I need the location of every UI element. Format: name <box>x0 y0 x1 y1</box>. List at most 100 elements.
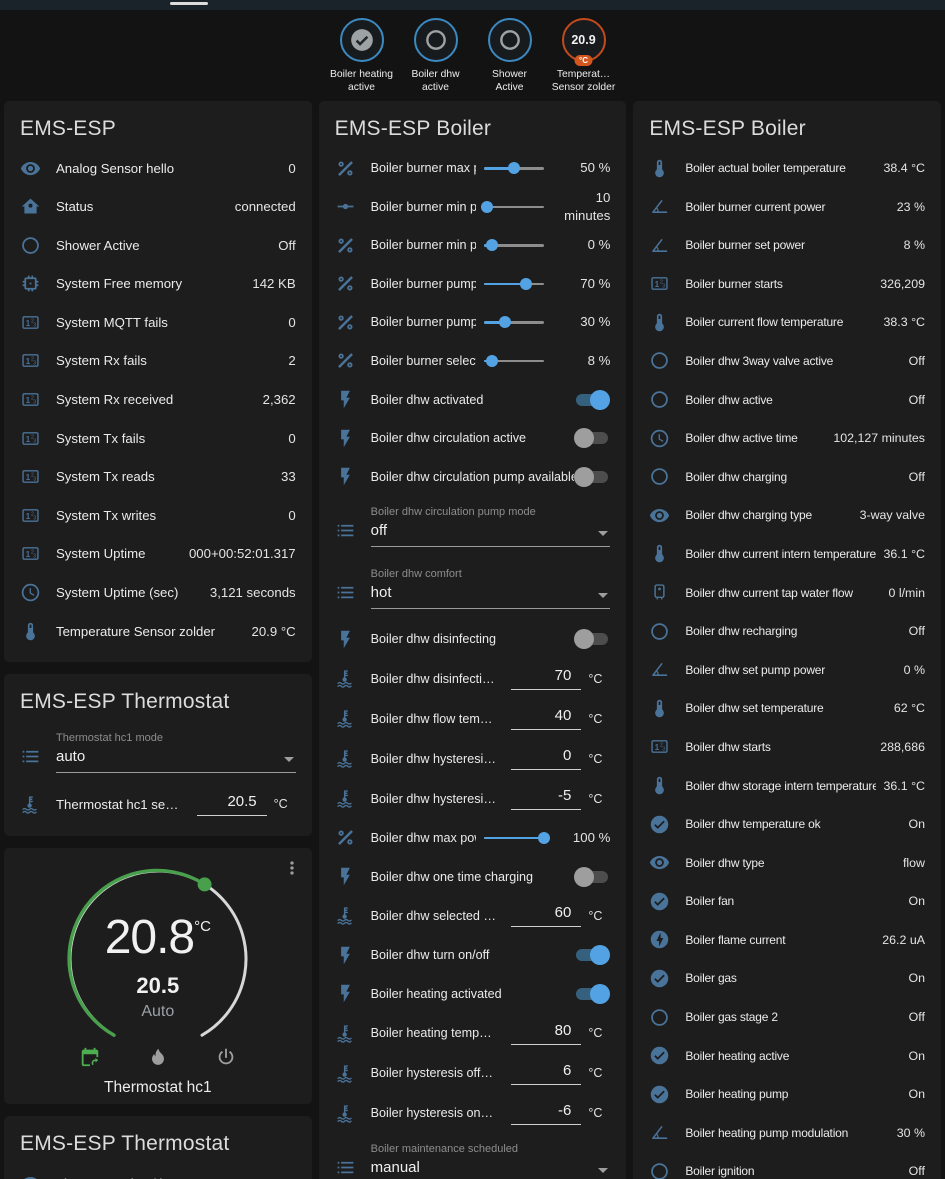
slider-thumb[interactable] <box>486 239 498 251</box>
slider-thumb[interactable] <box>508 162 520 174</box>
mode-button[interactable] <box>215 1046 237 1068</box>
entity-row[interactable]: Thermostat date/time 14:21:51 22.01.2022 <box>20 1164 296 1179</box>
slider[interactable] <box>484 238 544 252</box>
toggle-thumb[interactable] <box>590 984 610 1004</box>
toggle-switch[interactable] <box>574 867 610 887</box>
mode-button[interactable] <box>79 1046 101 1068</box>
entity-row[interactable]: Boiler heating pump modulation 30 % <box>649 1114 925 1153</box>
entity-row[interactable]: Boiler dhw active time 102,127 minutes <box>649 419 925 458</box>
select-input[interactable]: Boiler dhw circulation pump mode off <box>371 506 611 547</box>
entity-row[interactable]: System Free memory 142 KB <box>20 265 296 304</box>
entity-row[interactable]: Boiler dhw current intern temperature 36… <box>649 535 925 574</box>
toggle-switch[interactable] <box>574 984 610 1004</box>
entity-row[interactable]: 123 System Rx received 2,362 <box>20 380 296 419</box>
number-input[interactable]: -5 <box>511 787 581 810</box>
entity-row[interactable]: Boiler burner current power 23 % <box>649 187 925 226</box>
slider[interactable] <box>484 200 544 214</box>
sensor-badge[interactable]: 20.9 °C Temperat… Sensor zolder <box>552 18 616 95</box>
entity-row[interactable]: Boiler dhw charging type 3-way valve <box>649 496 925 535</box>
slider[interactable] <box>484 315 544 329</box>
slider[interactable] <box>484 161 544 175</box>
entity-row[interactable]: Boiler dhw charging Off <box>649 457 925 496</box>
entity-row[interactable]: Boiler gas On <box>649 959 925 998</box>
toggle-switch[interactable] <box>574 390 610 410</box>
state-badge[interactable]: Shower Active <box>478 18 542 95</box>
entity-row[interactable]: Temperature Sensor zolder 20.9 °C <box>20 612 296 651</box>
slider-thumb[interactable] <box>520 278 532 290</box>
slider[interactable] <box>484 354 544 368</box>
entity-row[interactable]: Boiler actual boiler temperature 38.4 °C <box>649 149 925 188</box>
entity-row[interactable]: 123 System MQTT fails 0 <box>20 303 296 342</box>
mode-button[interactable] <box>147 1046 169 1068</box>
chevron-down-icon[interactable] <box>598 1168 608 1173</box>
slider-thumb[interactable] <box>486 355 498 367</box>
chevron-down-icon[interactable] <box>598 531 608 536</box>
number-input[interactable]: 6 <box>511 1062 581 1085</box>
entity-name: System Rx fails <box>56 353 280 368</box>
toggle-switch[interactable] <box>574 467 610 487</box>
entity-row[interactable]: Boiler dhw storage intern temperature 36… <box>649 766 925 805</box>
number-input[interactable]: 20.5 <box>197 793 267 816</box>
entity-row[interactable]: Boiler dhw temperature ok On <box>649 805 925 844</box>
entity-row[interactable]: Boiler dhw current tap water flow 0 l/mi… <box>649 573 925 612</box>
slider[interactable] <box>484 831 544 845</box>
number-input[interactable]: 0 <box>511 747 581 770</box>
toggle-switch[interactable] <box>574 945 610 965</box>
select-input[interactable]: Boiler maintenance scheduled manual <box>371 1143 611 1179</box>
entity-row[interactable]: Boiler heating active On <box>649 1036 925 1075</box>
slider-thumb[interactable] <box>538 832 550 844</box>
chevron-down-icon[interactable] <box>284 757 294 762</box>
entity-row[interactable]: 123 System Uptime 000+00:52:01.317 <box>20 535 296 574</box>
toggle-thumb[interactable] <box>574 428 594 448</box>
slider-thumb[interactable] <box>481 201 493 213</box>
number-input[interactable]: 70 <box>511 667 581 690</box>
entity-row[interactable]: 123 System Tx reads 33 <box>20 457 296 496</box>
entity-row[interactable]: Boiler ignition Off <box>649 1152 925 1179</box>
state-badge[interactable]: Boiler heating active <box>330 18 394 95</box>
slider-thumb[interactable] <box>499 316 511 328</box>
dots-vertical-icon[interactable] <box>282 858 302 878</box>
entity-row[interactable]: Boiler dhw 3way valve active Off <box>649 342 925 381</box>
entity-row[interactable]: Shower Active Off <box>20 226 296 265</box>
slider[interactable] <box>484 277 544 291</box>
slider-track[interactable] <box>484 206 544 209</box>
toggle-thumb[interactable] <box>590 390 610 410</box>
toggle-thumb[interactable] <box>574 867 594 887</box>
entity-row[interactable]: 123 Boiler burner starts 326,209 <box>649 265 925 304</box>
entity-row[interactable]: Status connected <box>20 187 296 226</box>
toggle-switch[interactable] <box>574 629 610 649</box>
number-unit: °C <box>588 1106 610 1120</box>
toggle-thumb[interactable] <box>590 945 610 965</box>
number-input[interactable]: 60 <box>511 904 581 927</box>
entity-row[interactable]: 123 Boiler dhw starts 288,686 <box>649 728 925 767</box>
entity-row[interactable]: Boiler dhw set pump power 0 % <box>649 650 925 689</box>
number-input[interactable]: 40 <box>511 707 581 730</box>
entity-row[interactable]: Boiler dhw active Off <box>649 380 925 419</box>
entity-row[interactable]: Boiler heating pump On <box>649 1075 925 1114</box>
entity-row[interactable]: Boiler dhw type flow <box>649 843 925 882</box>
entity-row[interactable]: Boiler fan On <box>649 882 925 921</box>
entity-row[interactable]: Boiler gas stage 2 Off <box>649 998 925 1037</box>
select-input[interactable]: Thermostat hc1 mode auto <box>56 732 296 773</box>
entity-row[interactable]: System Uptime (sec) 3,121 seconds <box>20 573 296 612</box>
toggle-thumb[interactable] <box>574 467 594 487</box>
entity-row[interactable]: Boiler flame current 26.2 uA <box>649 921 925 960</box>
entity-row[interactable]: Boiler dhw set temperature 62 °C <box>649 689 925 728</box>
entity-row[interactable]: Boiler current flow temperature 38.3 °C <box>649 303 925 342</box>
active-tab-indicator[interactable] <box>170 2 208 5</box>
state-badge[interactable]: Boiler dhw active <box>404 18 468 95</box>
entity-row[interactable]: 123 System Tx fails 0 <box>20 419 296 458</box>
chevron-down-icon[interactable] <box>598 593 608 598</box>
entity-row[interactable]: 123 System Rx fails 2 <box>20 342 296 381</box>
entity-row[interactable]: 123 System Tx writes 0 <box>20 496 296 535</box>
entity-state: 000+00:52:01.317 <box>189 546 296 561</box>
percent-icon <box>335 235 356 256</box>
toggle-switch[interactable] <box>574 428 610 448</box>
number-input[interactable]: 80 <box>511 1022 581 1045</box>
toggle-thumb[interactable] <box>574 629 594 649</box>
number-input[interactable]: -6 <box>511 1102 581 1125</box>
select-input[interactable]: Boiler dhw comfort hot <box>371 568 611 609</box>
entity-row[interactable]: Boiler burner set power 8 % <box>649 226 925 265</box>
entity-row[interactable]: Analog Sensor hello 0 <box>20 149 296 188</box>
entity-row[interactable]: Boiler dhw recharging Off <box>649 612 925 651</box>
